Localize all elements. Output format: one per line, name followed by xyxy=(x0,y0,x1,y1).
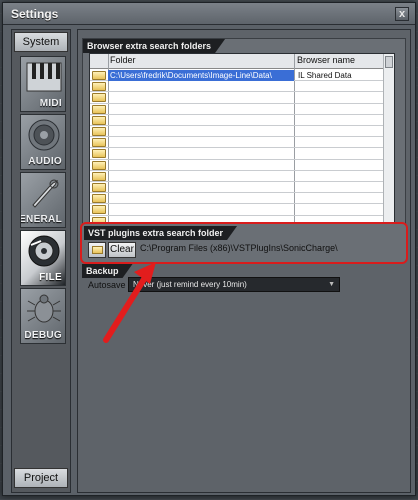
system-button[interactable]: System xyxy=(14,32,68,52)
sidebar-item-label: DEBUG xyxy=(24,330,62,341)
folder-path-cell[interactable]: C:\Users\fredrik\Documents\Image-Line\Da… xyxy=(108,70,294,81)
autosave-label: Autosave xyxy=(88,280,126,290)
column-header-folder[interactable]: Folder xyxy=(110,55,136,65)
backup-panel: Backup Autosave Never (just remind every… xyxy=(82,264,406,296)
column-header-browser-name[interactable]: Browser name xyxy=(297,55,355,65)
folder-icon[interactable] xyxy=(92,171,106,181)
table-header: Folder Browser name xyxy=(90,54,384,69)
folder-icon[interactable] xyxy=(92,205,106,215)
section-title: Backup xyxy=(82,264,133,278)
sidebar-item-midi[interactable]: MIDI xyxy=(20,56,66,112)
folder-path-cell[interactable] xyxy=(108,171,294,182)
table-row[interactable] xyxy=(90,182,384,194)
sidebar-item-label: GENERAL xyxy=(20,214,62,225)
bug-icon xyxy=(27,294,61,323)
folder-path-cell[interactable] xyxy=(108,182,294,193)
autosave-value: Never (just remind every 10min) xyxy=(133,280,247,289)
sidebar: System MIDI AUDIO GENE xyxy=(11,29,71,493)
table-row[interactable] xyxy=(90,171,384,182)
browser-name-cell[interactable]: IL Shared Data xyxy=(296,70,352,81)
folder-icon[interactable] xyxy=(92,115,106,125)
disk-icon xyxy=(28,235,60,267)
scrollbar-thumb[interactable] xyxy=(385,56,393,68)
vertical-scrollbar[interactable]: ▼ xyxy=(383,54,394,236)
chevron-down-icon: ▼ xyxy=(328,281,335,288)
folder-icon[interactable] xyxy=(92,82,106,92)
autosave-select[interactable]: Never (just remind every 10min) ▼ xyxy=(128,277,340,292)
settings-window: Settings x System MIDI AUDIO ENERAL FILE… xyxy=(2,2,416,496)
sidebar-item-file[interactable]: FILE xyxy=(20,230,66,286)
title-bar[interactable]: Settings x xyxy=(3,3,415,25)
folder-path-cell[interactable] xyxy=(108,137,294,148)
folder-path-cell[interactable] xyxy=(108,160,294,171)
folder-icon[interactable] xyxy=(92,194,106,204)
folder-table: Folder Browser name C:\Users\fredrik\Doc… xyxy=(89,53,395,237)
folder-icon[interactable] xyxy=(92,138,106,148)
clear-button[interactable]: Clear xyxy=(108,242,136,258)
table-row[interactable] xyxy=(90,104,384,115)
table-row[interactable] xyxy=(90,137,384,149)
sidebar-item-label: MIDI xyxy=(39,98,62,109)
folder-icon[interactable] xyxy=(92,104,106,114)
section-title: VST plugins extra search folder xyxy=(84,226,237,240)
folder-path-cell[interactable] xyxy=(108,193,294,204)
table-row[interactable] xyxy=(90,193,384,205)
folder-path-cell[interactable] xyxy=(108,148,294,159)
folder-path-cell[interactable] xyxy=(108,104,294,115)
vst-folder-panel: VST plugins extra search folder Clear C:… xyxy=(80,222,408,264)
browse-folder-button[interactable] xyxy=(88,242,106,258)
folder-path-cell[interactable] xyxy=(108,126,294,137)
browser-folders-panel: Browser extra search folders Folder Brow… xyxy=(82,38,406,240)
folder-icon[interactable] xyxy=(92,183,106,192)
table-row[interactable] xyxy=(90,148,384,160)
vst-path: C:\Program Files (x86)\VSTPlugIns\SonicC… xyxy=(140,243,338,253)
folder-path-cell[interactable] xyxy=(108,81,294,92)
table-row[interactable] xyxy=(90,115,384,126)
speaker-icon xyxy=(28,119,60,151)
folder-path-cell[interactable] xyxy=(108,115,294,126)
table-row[interactable] xyxy=(90,204,384,216)
wrench-icon xyxy=(32,179,59,208)
folder-icon[interactable] xyxy=(92,160,106,170)
piano-keys-icon xyxy=(26,62,62,92)
window-title: Settings xyxy=(11,7,59,21)
sidebar-item-debug[interactable]: DEBUG xyxy=(20,288,66,344)
project-button[interactable]: Project xyxy=(14,468,68,488)
table-row[interactable] xyxy=(90,126,384,138)
table-row[interactable] xyxy=(90,81,384,93)
folder-path-cell[interactable] xyxy=(108,204,294,215)
folder-icon[interactable] xyxy=(92,93,106,103)
section-title: Browser extra search folders xyxy=(83,39,225,53)
folder-icon[interactable] xyxy=(92,71,106,80)
folder-icon[interactable] xyxy=(92,127,106,136)
close-icon[interactable]: x xyxy=(395,7,409,21)
settings-content: Browser extra search folders Folder Brow… xyxy=(77,29,411,493)
sidebar-item-label: FILE xyxy=(39,272,62,283)
sidebar-item-audio[interactable]: AUDIO xyxy=(20,114,66,170)
sidebar-item-general[interactable]: GENERAL xyxy=(20,172,66,228)
table-row[interactable]: C:\Users\fredrik\Documents\Image-Line\Da… xyxy=(90,70,384,82)
sidebar-item-label: AUDIO xyxy=(28,156,62,167)
folder-icon[interactable] xyxy=(92,149,106,159)
folder-path-cell[interactable] xyxy=(108,92,294,103)
table-row[interactable] xyxy=(90,160,384,171)
table-row[interactable] xyxy=(90,92,384,104)
folder-icon xyxy=(92,246,103,254)
